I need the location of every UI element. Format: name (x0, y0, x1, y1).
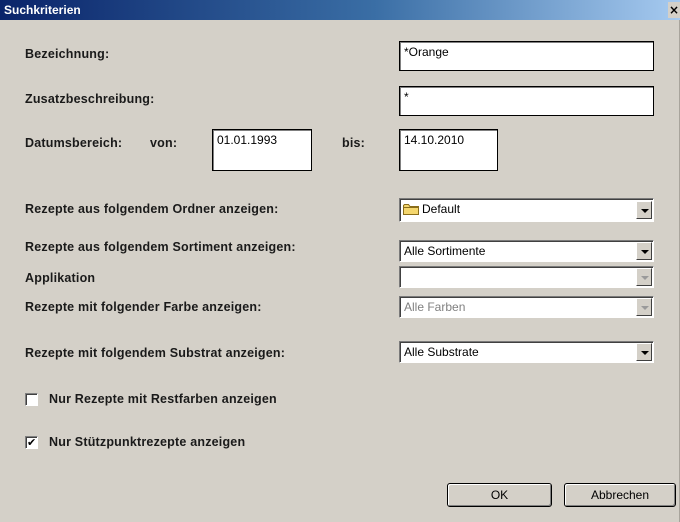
ordner-value: Default (422, 202, 461, 216)
substrat-select[interactable]: Alle Substrate (399, 341, 654, 363)
sortiment-label: Rezepte aus folgendem Sortiment anzeigen… (25, 240, 296, 254)
farbe-select[interactable]: Alle Farben (399, 296, 654, 318)
ordner-select[interactable]: Default (399, 198, 654, 222)
stuetzpunkt-label: Nur Stützpunktrezepte anzeigen (49, 435, 246, 449)
datumsbereich-label: Datumsbereich: (25, 136, 123, 150)
substrat-label: Rezepte mit folgendem Substrat anzeigen: (25, 346, 286, 360)
von-label: von: (150, 136, 178, 150)
farbe-value: Alle Farben (404, 300, 466, 314)
ok-button[interactable]: OK (447, 483, 552, 507)
applikation-label: Applikation (25, 271, 96, 285)
date-to-input[interactable]: 14.10.2010 (399, 129, 498, 171)
chevron-down-icon[interactable] (636, 242, 652, 260)
chevron-down-icon[interactable] (636, 343, 652, 361)
ordner-label: Rezepte aus folgendem Ordner anzeigen: (25, 202, 279, 216)
substrat-value: Alle Substrate (404, 345, 479, 359)
check-icon: ✔ (27, 436, 37, 449)
window-title: Suchkriterien (4, 3, 81, 17)
date-from-input[interactable]: 01.01.1993 (212, 129, 312, 171)
sortiment-value: Alle Sortimente (404, 244, 486, 258)
folder-icon (403, 204, 419, 215)
chevron-down-icon[interactable] (636, 298, 652, 316)
applikation-select[interactable] (399, 266, 654, 288)
sortiment-select[interactable]: Alle Sortimente (399, 240, 654, 262)
zusatzbeschreibung-label: Zusatzbeschreibung: (25, 92, 155, 106)
search-criteria-dialog: Suchkriterien × Bezeichnung: *Orange Zus… (0, 0, 680, 522)
bis-label: bis: (342, 136, 366, 150)
bezeichnung-input[interactable]: *Orange (399, 41, 654, 71)
restfarben-label: Nur Rezepte mit Restfarben anzeigen (49, 392, 277, 406)
close-button[interactable]: × (668, 2, 680, 18)
chevron-down-icon[interactable] (636, 268, 652, 286)
stuetzpunkt-checkbox[interactable]: ✔ (25, 436, 38, 449)
zusatzbeschreibung-input[interactable]: * (399, 86, 654, 116)
cancel-button[interactable]: Abbrechen (564, 483, 676, 507)
restfarben-checkbox[interactable] (25, 393, 38, 406)
chevron-down-icon[interactable] (636, 201, 652, 219)
title-bar[interactable]: Suchkriterien × (0, 0, 680, 20)
bezeichnung-label: Bezeichnung: (25, 47, 110, 61)
farbe-label: Rezepte mit folgender Farbe anzeigen: (25, 300, 262, 314)
